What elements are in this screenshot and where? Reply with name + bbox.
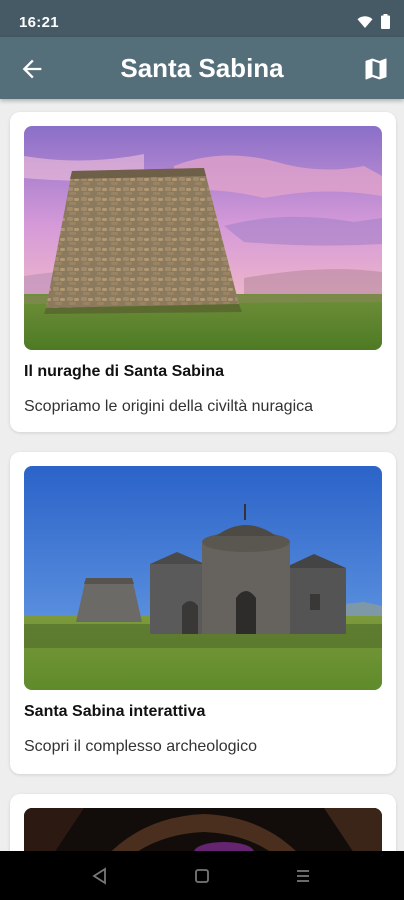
wifi-icon [357, 15, 373, 34]
nav-home-button[interactable] [191, 865, 213, 887]
home-square-icon [195, 869, 209, 883]
card-third[interactable] [10, 794, 396, 851]
card-subtitle: Scopri il complesso archeologico [24, 738, 257, 755]
card-subtitle: Scopriamo le origini della civiltà nurag… [24, 398, 314, 415]
card-interactive[interactable]: Santa Sabina interattiva Scopri il compl… [10, 452, 396, 774]
card-title: Il nuraghe di Santa Sabina [24, 363, 225, 380]
back-triangle-icon [92, 867, 106, 885]
card-list: Il nuraghe di Santa Sabina Scopriamo le … [0, 99, 404, 851]
page-title: Santa Sabina [120, 53, 284, 83]
nuraghe-tower-photo [24, 126, 382, 350]
church-and-nuraghe-photo [24, 466, 382, 690]
recents-menu-icon [297, 870, 309, 882]
nav-recents-button[interactable] [292, 865, 314, 887]
nav-back-button[interactable] [89, 865, 111, 887]
status-bar: 16:21 [0, 0, 404, 37]
app-bar: Santa Sabina [0, 37, 404, 99]
status-time: 16:21 [19, 14, 59, 31]
dark-interior-photo [24, 808, 382, 851]
card-nuraghe[interactable]: Il nuraghe di Santa Sabina Scopriamo le … [10, 112, 396, 432]
map-icon [365, 58, 387, 80]
system-nav-bar [0, 851, 404, 900]
map-button[interactable] [362, 55, 390, 83]
status-icons [357, 14, 390, 34]
card-title: Santa Sabina interattiva [24, 703, 206, 720]
battery-icon [381, 14, 390, 34]
